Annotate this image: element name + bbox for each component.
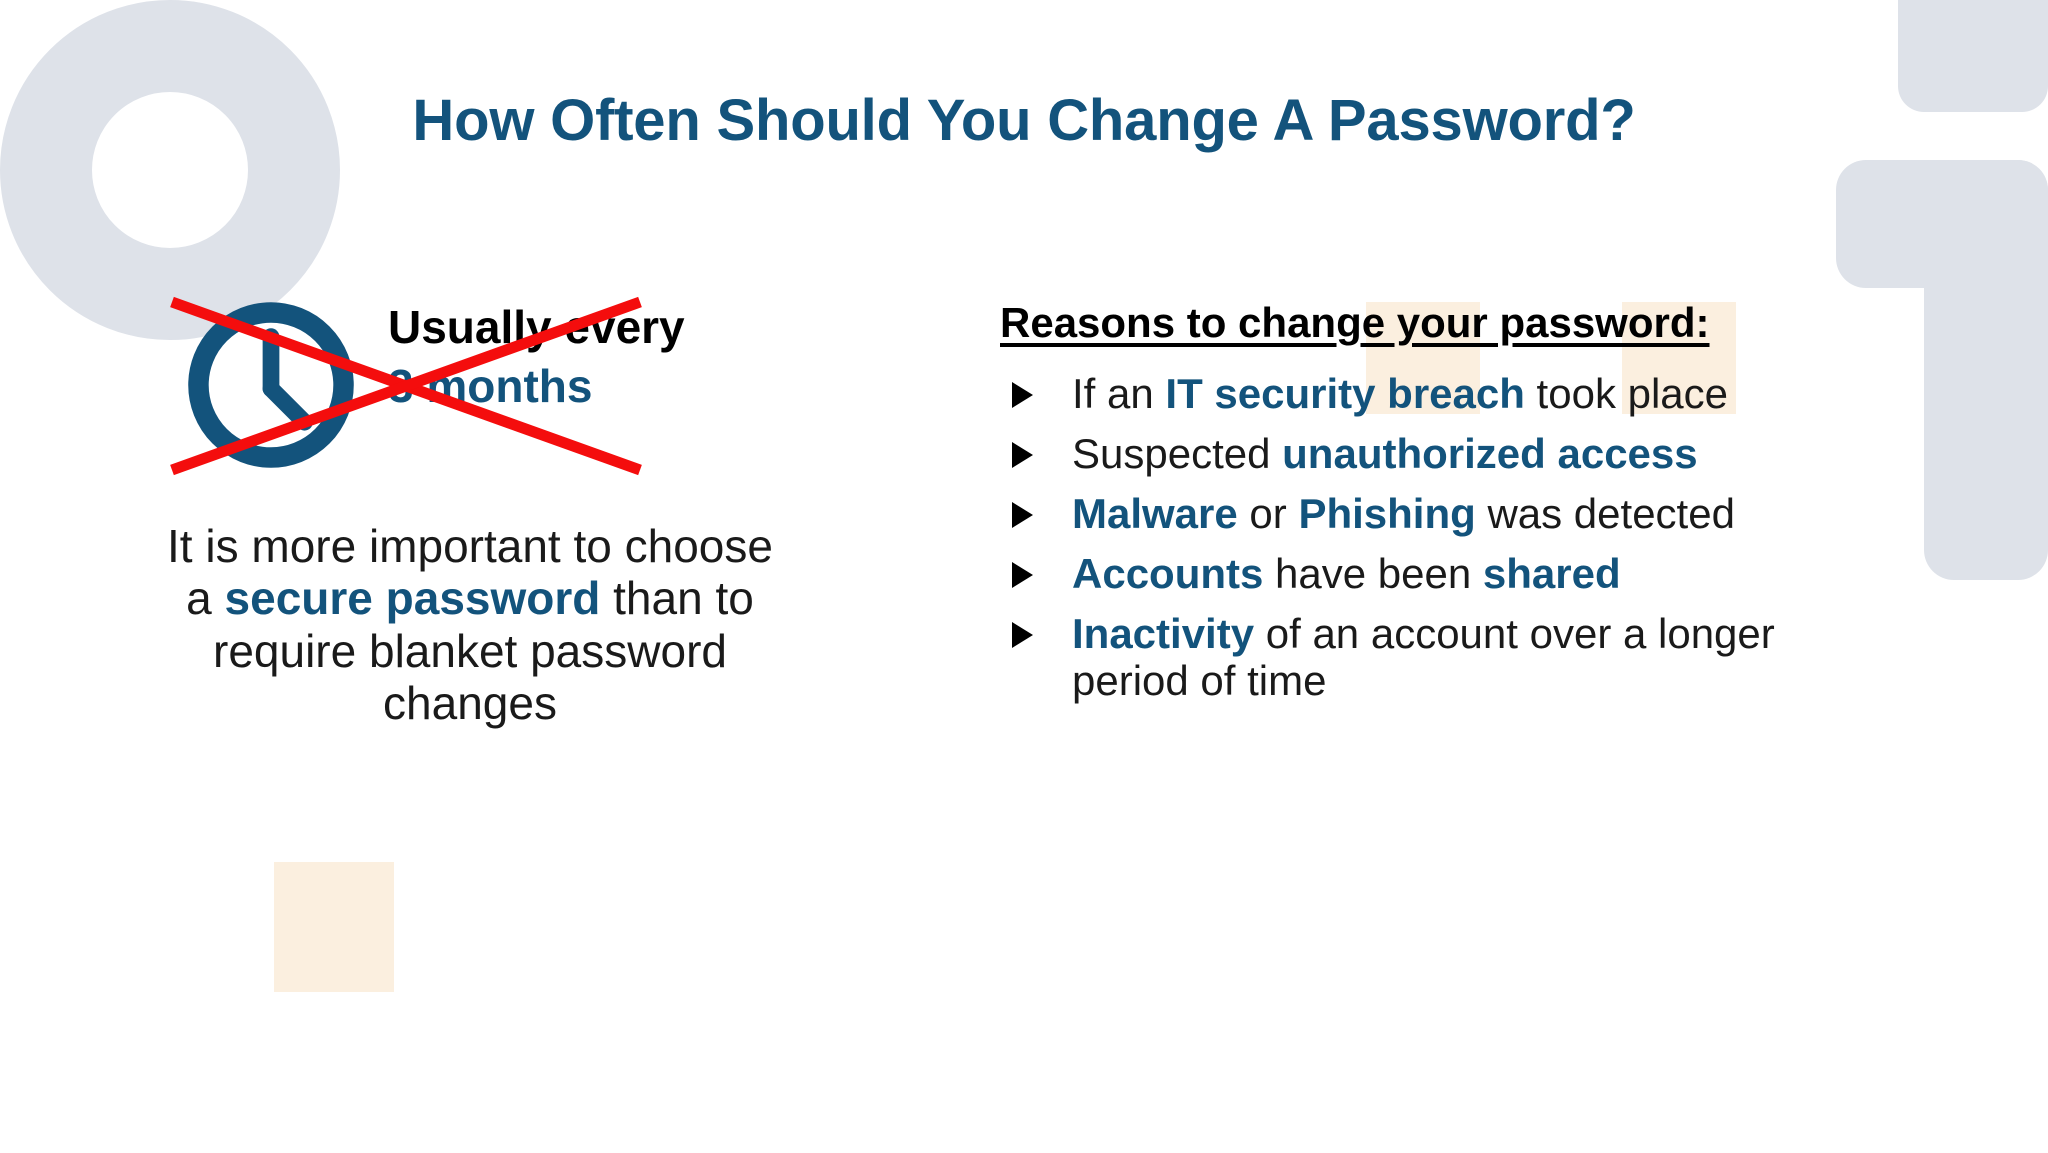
left-column: Usually every 3 months It is more import… xyxy=(150,280,830,729)
reason-list-item: Inactivity of an account over a longer p… xyxy=(1000,610,1900,704)
cadence-line-1: Usually every xyxy=(388,301,685,353)
slide-canvas: How Often Should You Change A Password? … xyxy=(0,0,2048,1153)
reason-list-item: Suspected unauthorized access xyxy=(1000,430,1900,477)
page-title: How Often Should You Change A Password? xyxy=(412,88,1636,153)
cadence-line-2: 3 months xyxy=(388,359,593,412)
reason-emphasis: Malware xyxy=(1072,490,1238,538)
reason-text: If an xyxy=(1072,370,1166,418)
highlight-block-left xyxy=(274,862,394,992)
triangle-bullet-icon xyxy=(1012,502,1033,529)
reason-text: took place xyxy=(1524,370,1729,418)
paragraph-emphasis-1: secure password xyxy=(224,572,601,625)
reason-list-item: Accounts have been shared xyxy=(1000,550,1900,597)
decor-numeral-arm xyxy=(1836,160,2048,288)
decor-numeral-stem xyxy=(1924,160,2048,580)
reason-emphasis: Phishing xyxy=(1298,490,1476,538)
triangle-bullet-icon xyxy=(1012,562,1033,589)
cadence-text: Usually every 3 months xyxy=(388,298,818,416)
reason-text: or xyxy=(1237,490,1299,538)
triangle-bullet-icon xyxy=(1012,622,1033,649)
reason-text: was detected xyxy=(1475,490,1735,538)
reason-emphasis: IT security breach xyxy=(1165,370,1525,418)
left-paragraph: It is more important to choose a secure … xyxy=(150,520,790,730)
reason-text: Suspected xyxy=(1072,430,1283,478)
cadence-group: Usually every 3 months xyxy=(150,280,830,490)
reason-emphasis: unauthorized access xyxy=(1282,430,1698,478)
clock-icon xyxy=(188,302,354,468)
triangle-bullet-icon xyxy=(1012,442,1033,469)
reason-emphasis: Inactivity xyxy=(1072,610,1255,658)
reason-list-item: Malware or Phishing was detected xyxy=(1000,490,1900,537)
reasons-list: If an IT security breach took place Suspe… xyxy=(1000,370,1900,704)
reasons-heading: Reasons to change your password: xyxy=(1000,299,1710,346)
triangle-bullet-icon xyxy=(1012,382,1033,409)
reason-emphasis: Accounts xyxy=(1072,550,1264,598)
reason-emphasis: shared xyxy=(1482,550,1621,598)
reason-list-item: If an IT security breach took place xyxy=(1000,370,1900,417)
reason-text: have been xyxy=(1263,550,1483,598)
right-column: Reasons to change your password: If an I… xyxy=(1000,299,1900,717)
